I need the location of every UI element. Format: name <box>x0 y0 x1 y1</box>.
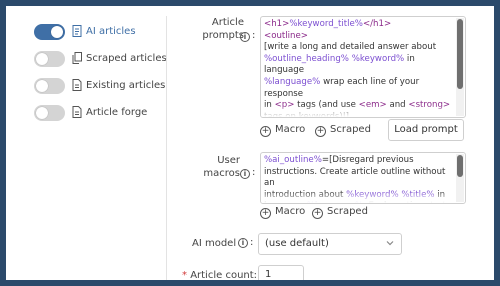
html-tag-token: <h1> <box>264 19 290 29</box>
prompt-code-line: <outline> <box>264 31 453 43</box>
settings-panel: AI articles Scraped articles Existing ar… <box>6 6 494 280</box>
source-item-ai-articles[interactable]: AI articles <box>34 24 164 51</box>
variable-token: %keyword% <box>351 53 405 64</box>
article-prompts-editor[interactable]: <h1>%keyword_title%</h1> <outline> [write … <box>260 16 466 118</box>
source-label: Existing articles <box>86 80 166 91</box>
ai-model-select[interactable]: (use default) <box>258 233 402 255</box>
scraped-articles-toggle[interactable] <box>34 51 65 67</box>
existing-articles-toggle[interactable] <box>34 78 65 94</box>
copy-icon <box>72 52 82 64</box>
plus-circle-icon: + <box>260 208 271 219</box>
editor-fade <box>261 105 455 117</box>
plus-circle-icon: + <box>260 126 271 137</box>
insert-scraped-button[interactable]: + Scraped <box>315 123 371 137</box>
source-label: AI articles <box>86 26 136 37</box>
prompt-code-line: <h1>%keyword_title%</h1> <box>264 19 453 31</box>
source-label: Scraped articles <box>86 53 167 64</box>
toggle-knob <box>36 53 48 65</box>
prompt-code-text[interactable]: <h1>%keyword_title%</h1> <outline> [write … <box>264 19 453 117</box>
source-item-existing-articles[interactable]: Existing articles <box>34 78 166 105</box>
load-prompt-button[interactable]: Load prompt <box>388 119 464 141</box>
button-label: Scraped <box>330 124 371 135</box>
insert-macro-button[interactable]: + Macro <box>260 205 305 219</box>
divider <box>166 16 167 280</box>
scrollbar-thumb[interactable] <box>457 19 463 89</box>
toggle-knob <box>51 26 63 38</box>
prompt-code-line: [write a long and detailed answer about <box>264 42 437 53</box>
html-tag-token: </h1> <box>362 19 392 29</box>
article-forge-toggle[interactable] <box>34 105 65 121</box>
info-icon[interactable]: i <box>238 238 248 248</box>
user-macros-editor[interactable]: %ai_outline%=[Disregard previous instruct… <box>260 152 466 204</box>
button-label: Scraped <box>327 206 368 217</box>
select-value: (use default) <box>265 238 329 249</box>
article-prompts-label: Article prompts <box>192 16 244 42</box>
editor-fade <box>261 191 455 203</box>
html-tag-token: <outline> <box>264 30 308 41</box>
ai-articles-toggle[interactable] <box>34 24 65 40</box>
article-count-label: * Article count: <box>182 269 257 280</box>
document-icon <box>72 106 82 118</box>
source-label: Article forge <box>86 107 148 118</box>
label-colon: : <box>252 167 256 178</box>
scrollbar-thumb[interactable] <box>457 155 463 177</box>
macro-code-line: %ai_outline%=[Disregard previous <box>264 155 414 165</box>
variable-token: %language% <box>264 76 321 87</box>
variable-token: %outline_heading% <box>264 53 349 64</box>
toggle-knob <box>36 80 48 92</box>
label-colon: : <box>250 237 254 248</box>
document-icon <box>72 79 82 91</box>
toggle-knob <box>36 107 48 119</box>
label-line: Article <box>211 17 244 28</box>
button-label: Macro <box>275 124 306 135</box>
required-asterisk: * <box>182 270 187 280</box>
plus-circle-icon: + <box>315 126 326 137</box>
source-item-scraped-articles[interactable]: Scraped articles <box>34 51 167 78</box>
label-colon: : <box>252 30 256 41</box>
button-label: Macro <box>275 206 306 217</box>
ai-model-label: AI model <box>192 238 237 249</box>
prompt-code-line: %outline_heading% %keyword% in language <box>264 53 418 76</box>
chevron-down-icon <box>386 241 394 246</box>
label-text: Article count: <box>190 270 258 280</box>
variable-token: %ai_outline% <box>264 155 322 165</box>
variable-token: %keyword_title% <box>289 19 363 29</box>
insert-macro-button[interactable]: + Macro <box>260 123 305 137</box>
article-count-input[interactable]: 1 <box>258 265 304 280</box>
label-line: User <box>217 155 240 166</box>
source-item-article-forge[interactable]: Article forge <box>34 105 164 132</box>
insert-scraped-button[interactable]: + Scraped <box>312 205 368 219</box>
document-icon <box>72 25 82 37</box>
label-line: macros <box>203 168 240 179</box>
label-line: prompts <box>202 30 244 41</box>
info-icon[interactable]: i <box>240 32 250 42</box>
prompt-code-line: %language% wrap each line of your respon… <box>264 76 422 99</box>
info-icon[interactable]: i <box>240 169 250 179</box>
macro-code-line: instructions. Create article outline wit… <box>264 166 449 189</box>
plus-circle-icon: + <box>312 208 323 219</box>
user-macros-label: User macros <box>196 154 240 180</box>
article-source-list: AI articles Scraped articles Existing ar… <box>34 24 167 132</box>
